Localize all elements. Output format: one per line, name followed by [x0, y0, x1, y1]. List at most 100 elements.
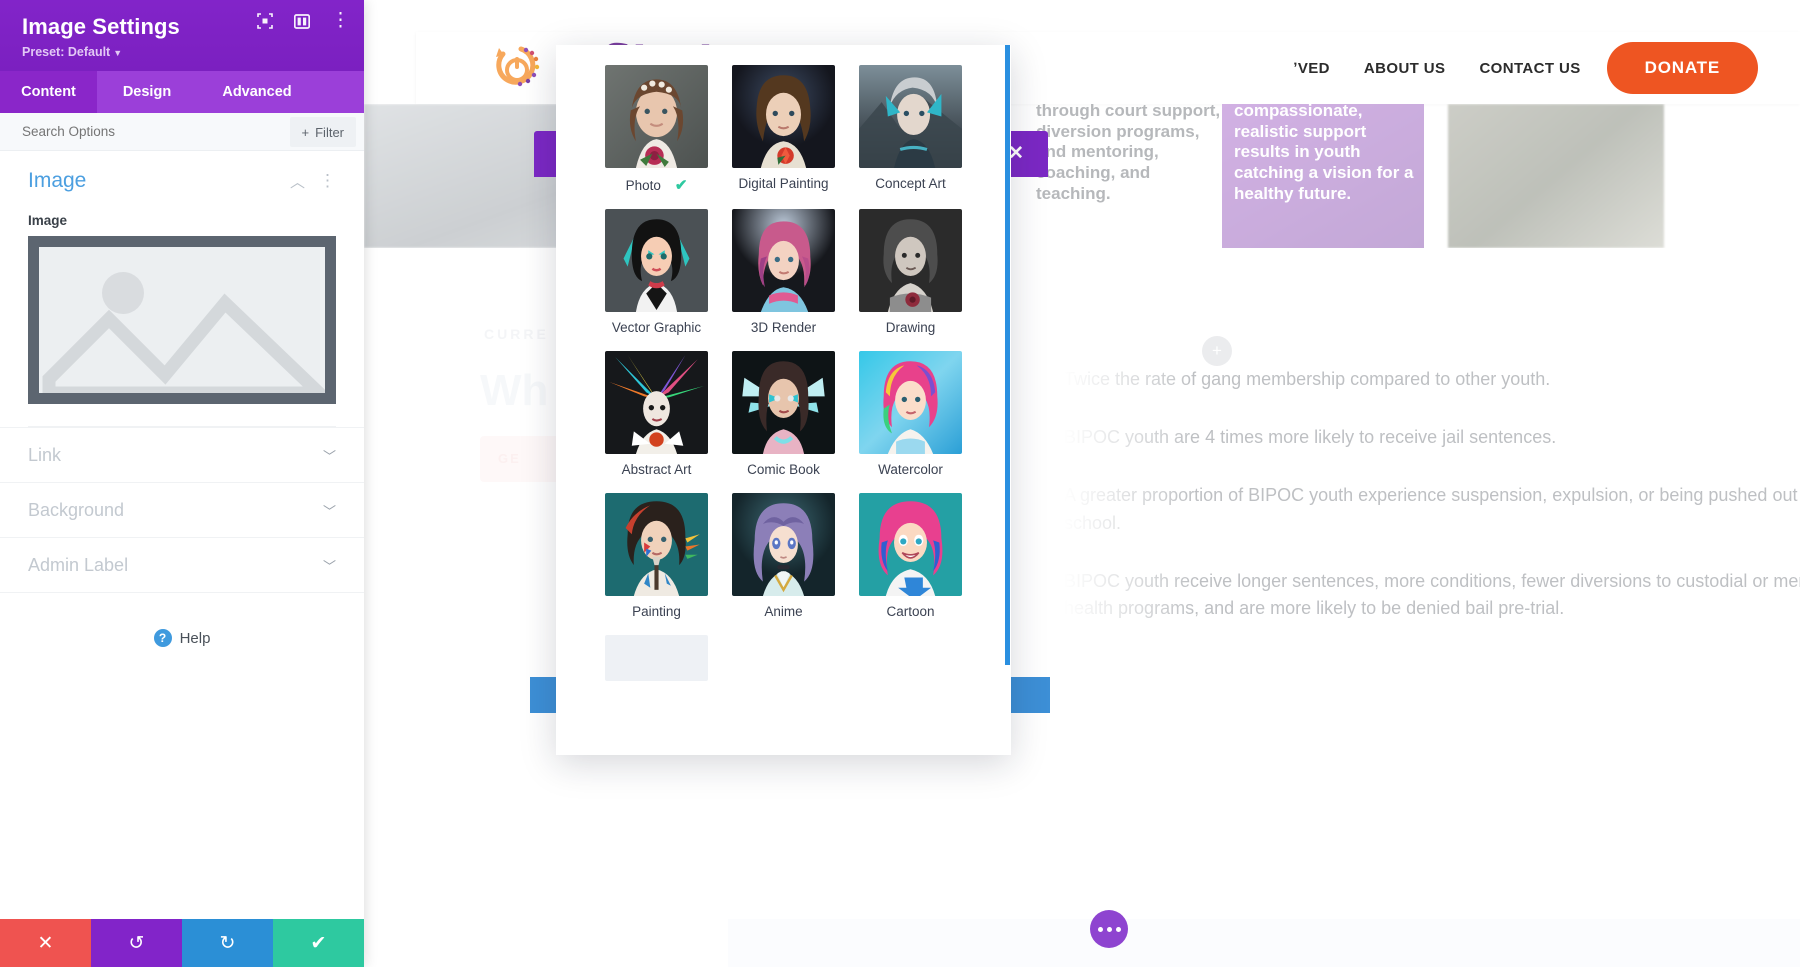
- style-option-concept-art[interactable]: Concept Art: [859, 65, 962, 195]
- restart-logo-icon: [491, 40, 547, 96]
- style-label-vector-graphic: Vector Graphic: [612, 320, 701, 335]
- save-button[interactable]: ✔: [273, 919, 364, 967]
- tab-design[interactable]: Design: [97, 71, 197, 113]
- chevron-down-icon: ▼: [113, 48, 122, 58]
- style-option-painting[interactable]: Painting: [605, 493, 708, 621]
- chevron-down-icon: ﹀: [323, 556, 336, 575]
- help-label: Help: [180, 630, 211, 647]
- search-bar: + Filter: [0, 113, 364, 151]
- style-option-3d-render[interactable]: 3D Render: [732, 209, 835, 337]
- stat-item-1: BIPOC youth are 4 times more likely to r…: [1064, 424, 1800, 452]
- grid-spacer-b: [859, 635, 962, 681]
- style-option-comic-book[interactable]: Comic Book: [732, 351, 835, 479]
- style-label-digital-painting: Digital Painting: [738, 176, 828, 191]
- style-option-drawing[interactable]: Drawing: [859, 209, 962, 337]
- selected-check-icon: ✔: [675, 177, 688, 194]
- sidebar-row-label-background: Background: [28, 500, 124, 521]
- stat-item-0: Twice the rate of gang membership compar…: [1064, 366, 1800, 394]
- sidebar-row-label-admin-label: Admin Label: [28, 555, 128, 576]
- style-option-vector-graphic[interactable]: Vector Graphic: [605, 209, 708, 337]
- focus-icon[interactable]: [257, 13, 273, 29]
- chevron-up-icon[interactable]: ︿: [290, 171, 305, 192]
- style-label-photo: Photo ✔: [626, 176, 688, 194]
- settings-body: Image ︿ ⋮ Image Link ﹀: [0, 151, 364, 919]
- image-upload-placeholder[interactable]: [28, 236, 336, 404]
- image-field-label: Image: [28, 213, 336, 228]
- hero-text-white: compassionate, realistic support results…: [1234, 104, 1420, 205]
- page-bottom-band: [728, 919, 1800, 967]
- style-thumb-photo: [605, 65, 708, 168]
- plus-icon: +: [302, 125, 310, 140]
- sidebar-row-link[interactable]: Link ﹀: [0, 427, 364, 482]
- style-label-comic-book: Comic Book: [747, 462, 820, 477]
- style-option-photo[interactable]: Photo ✔: [605, 65, 708, 195]
- settings-tabs: Content Design Advanced: [0, 71, 364, 113]
- more-vertical-icon[interactable]: ⋮: [319, 171, 336, 191]
- cancel-button[interactable]: ✕: [0, 919, 91, 967]
- preset-selector[interactable]: Preset: Default▼: [22, 45, 348, 59]
- hero-image-right: [1448, 104, 1664, 248]
- style-label-watercolor: Watercolor: [878, 462, 943, 477]
- style-label-3d-render: 3D Render: [751, 320, 816, 335]
- settings-header: Image Settings Preset: Default▼ ⋮: [0, 0, 364, 71]
- stat-item-2: A greater proportion of BIPOC youth expe…: [1064, 482, 1800, 538]
- layout-columns-icon[interactable]: [294, 14, 310, 29]
- add-module-button[interactable]: +: [1202, 336, 1232, 366]
- module-control-right[interactable]: [1008, 677, 1050, 713]
- style-thumb-watercolor: [859, 351, 962, 454]
- nav-item-0[interactable]: ʼVED: [1293, 60, 1330, 77]
- style-label-concept-art: Concept Art: [875, 176, 946, 191]
- style-thumb-painting: [605, 493, 708, 596]
- style-thumb-drawing: [859, 209, 962, 312]
- style-thumb-anime: [732, 493, 835, 596]
- question-mark-icon: ?: [154, 629, 172, 647]
- donate-button[interactable]: DONATE: [1607, 42, 1758, 94]
- style-label-drawing: Drawing: [886, 320, 936, 335]
- style-label-cartoon: Cartoon: [886, 604, 934, 619]
- picker-scrollbar[interactable]: [1005, 45, 1010, 665]
- style-option-partial-next[interactable]: [605, 635, 708, 681]
- style-thumb-concept-art: [859, 65, 962, 168]
- image-section-header[interactable]: Image ︿ ⋮: [28, 169, 336, 193]
- site-nav: ʼVED ABOUT US CONTACT US: [1293, 60, 1580, 77]
- help-link[interactable]: ? Help: [0, 629, 364, 647]
- image-section-actions: ︿ ⋮: [290, 171, 336, 192]
- settings-action-bar: ✕ ↺ ↻ ✔: [0, 919, 364, 967]
- redo-button[interactable]: ↻: [182, 919, 273, 967]
- style-option-abstract-art[interactable]: Abstract Art: [605, 351, 708, 479]
- filter-label: Filter: [315, 125, 344, 140]
- section-cta-label: GE: [498, 451, 521, 466]
- search-input[interactable]: [22, 124, 252, 139]
- chevron-down-icon: ﹀: [323, 446, 336, 465]
- grid-spacer-a: [732, 635, 835, 681]
- stats-list: Twice the rate of gang membership compar…: [1064, 366, 1800, 653]
- image-style-picker[interactable]: Photo ✔: [556, 45, 1011, 755]
- style-thumb-3d-render: [732, 209, 835, 312]
- nav-item-contact-us[interactable]: CONTACT US: [1479, 60, 1580, 77]
- nav-item-about-us[interactable]: ABOUT US: [1364, 60, 1446, 77]
- style-label-painting: Painting: [632, 604, 681, 619]
- sidebar-row-admin-label[interactable]: Admin Label ﹀: [0, 537, 364, 592]
- sidebar-row-label-link: Link: [28, 445, 61, 466]
- style-thumb-vector-graphic: [605, 209, 708, 312]
- style-picker-scroll: Photo ✔: [556, 45, 1011, 755]
- image-section-title: Image: [28, 169, 86, 193]
- image-settings-panel: Image Settings Preset: Default▼ ⋮ Conten…: [0, 0, 364, 967]
- dot-2: [1107, 927, 1112, 932]
- tab-advanced[interactable]: Advanced: [197, 71, 317, 113]
- style-thumb-abstract-art: [605, 351, 708, 454]
- style-grid: Photo ✔: [580, 65, 987, 681]
- style-option-digital-painting[interactable]: Digital Painting: [732, 65, 835, 195]
- chevron-down-icon: ﹀: [323, 501, 336, 520]
- more-vertical-icon[interactable]: ⋮: [331, 14, 350, 28]
- page-settings-fab[interactable]: [1090, 910, 1128, 948]
- style-option-cartoon[interactable]: Cartoon: [859, 493, 962, 621]
- filter-button[interactable]: + Filter: [290, 117, 356, 147]
- sidebar-row-background[interactable]: Background ﹀: [0, 482, 364, 537]
- style-option-watercolor[interactable]: Watercolor: [859, 351, 962, 479]
- tab-content[interactable]: Content: [0, 71, 97, 113]
- style-text-photo: Photo: [626, 178, 661, 193]
- hero-card-purple: compassionate, realistic support results…: [1222, 104, 1424, 248]
- undo-button[interactable]: ↺: [91, 919, 182, 967]
- style-option-anime[interactable]: Anime: [732, 493, 835, 621]
